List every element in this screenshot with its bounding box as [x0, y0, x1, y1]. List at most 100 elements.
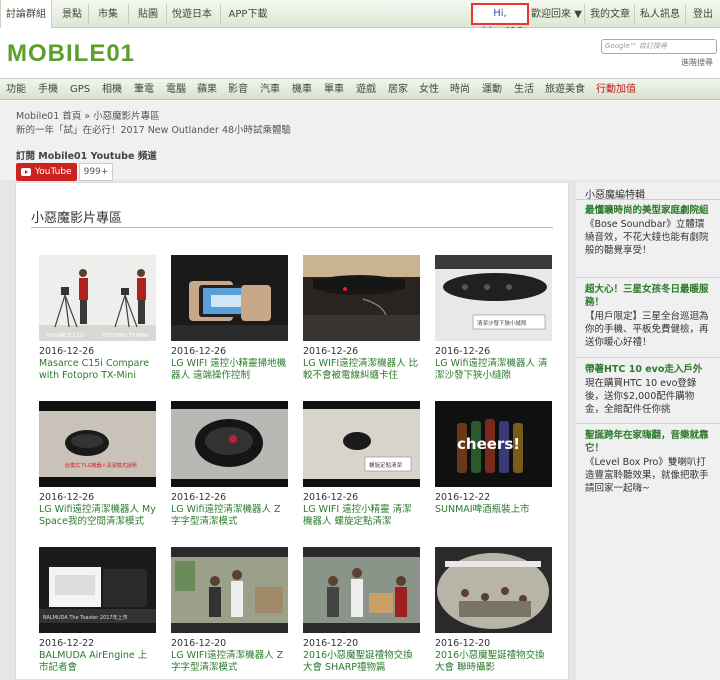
tab-gallery[interactable]: 貼圖: [132, 0, 164, 28]
tab-market[interactable]: 市集: [92, 0, 124, 28]
video-thumbnail[interactable]: MASARCE C15i FOTOPRO TX-MINI: [39, 255, 156, 341]
feature-item: 聖誕跨年在家嗨翻，音樂就靠它！ 《Level Box Pro》雙喇叭打造豐富聆聽…: [585, 429, 713, 495]
youtube-subscribe: YouTube 999+: [16, 163, 114, 181]
video-thumbnail[interactable]: [171, 401, 288, 487]
feature-item: 最懂曠時尚的美型家庭劇院組 《Bose Soundbar》立體環繞音效，不花大錢…: [585, 204, 713, 257]
video-card[interactable]: 2016-12-20 2016小惡魔聖誕禮物交換大會 聯時攝影: [435, 547, 552, 674]
video-card[interactable]: 此模式下LG機器人清潔模式說明 2016-12-26 LG Wifi遠控清潔機器…: [39, 401, 156, 528]
video-card[interactable]: 2016-12-26 LG WIFI 遠控小精靈掃地機器人 遠端操作控制: [171, 255, 288, 382]
user-greeting[interactable]: Hi, chlee416: [471, 3, 529, 37]
video-card[interactable]: MASARCE C15i FOTOPRO TX-MINI 2016-12-26 …: [39, 255, 156, 382]
tab-places[interactable]: 景點: [56, 0, 88, 28]
editor-feature-panel: 小惡魔編特輯 最懂曠時尚的美型家庭劇院組 《Bose Soundbar》立體環繞…: [576, 182, 720, 680]
nav-divider: [220, 4, 221, 24]
video-title-link[interactable]: LG Wifi遠控清潔機器人 My Space我的空間清潔模式: [39, 504, 156, 528]
category-item[interactable]: GPS: [70, 79, 90, 101]
video-thumbnail[interactable]: [171, 255, 288, 341]
video-date: 2016-12-26: [303, 492, 359, 503]
video-thumbnail[interactable]: [303, 255, 420, 341]
promo-link[interactable]: 新的一年「試」在必行！2017 New Outlander 48小時試乘體驗: [16, 122, 291, 136]
category-item[interactable]: 單車: [324, 79, 344, 101]
feature-item: 帶著HTC 10 evo走入戶外 現在購買HTC 10 evo登錄後，送你$2,…: [585, 363, 713, 416]
category-item[interactable]: 機車: [292, 79, 312, 101]
video-card[interactable]: 清潔沙發下狹小縫隙 2016-12-26 LG Wifi遠控清潔機器人 清潔沙發…: [435, 255, 552, 382]
video-date: 2016-12-26: [171, 492, 227, 503]
search-input[interactable]: Google™ 自訂搜尋: [601, 39, 717, 54]
video-date: 2016-12-20: [435, 638, 491, 649]
video-card[interactable]: 2016-12-20 2016小惡魔聖誕禮物交換大會 SHARP禮物篇: [303, 547, 420, 674]
feature-divider: [576, 277, 720, 278]
category-item[interactable]: 功能: [6, 79, 26, 101]
category-item[interactable]: 時尚: [450, 79, 470, 101]
search-placeholder: Google™ 自訂搜尋: [605, 42, 667, 50]
video-card[interactable]: 螺旋定點清潔 2016-12-26 LG WIFI 遠控小精靈 清潔機器人 螺旋…: [303, 401, 420, 528]
video-date: 2016-12-20: [303, 638, 359, 649]
video-title-link[interactable]: LG WIFI 遠控小精靈掃地機器人 遠端操作控制: [171, 358, 288, 382]
breadcrumb-separator: »: [84, 111, 91, 122]
video-thumbnail[interactable]: cheers!: [435, 401, 552, 487]
private-messages-link[interactable]: 私人訊息: [639, 0, 681, 28]
video-thumbnail[interactable]: [171, 547, 288, 633]
video-thumbnail[interactable]: [303, 547, 420, 633]
category-item[interactable]: 筆電: [134, 79, 154, 101]
welcome-menu[interactable]: 歡迎回來 ▼: [531, 0, 582, 30]
video-title-link[interactable]: LG Wifi遠控清潔機器人 Z字字型清潔模式: [171, 504, 288, 528]
feature-title-link[interactable]: 聖誕跨年在家嗨翻，音樂就靠它！: [585, 429, 713, 455]
category-item[interactable]: 運動: [482, 79, 502, 101]
tab-forum[interactable]: 討論群組: [0, 0, 52, 29]
category-item[interactable]: 旅遊美食: [545, 79, 585, 101]
youtube-play-icon: [21, 168, 31, 176]
site-header: MOBILE01 Google™ 自訂搜尋 進階搜尋: [0, 28, 720, 78]
youtube-button[interactable]: YouTube: [16, 163, 77, 181]
tab-japan[interactable]: 悅遊日本: [170, 0, 214, 28]
video-title-link[interactable]: Masarce C15i Compare with Fotopro TX-Min…: [39, 358, 156, 382]
video-title-link[interactable]: LG WIFI遠控清潔機器人 Z字字型清潔模式: [171, 650, 288, 674]
breadcrumb-home-link[interactable]: Mobile01 首頁: [16, 111, 81, 122]
video-date: 2016-12-26: [171, 346, 227, 357]
svg-text:MOBILE01: MOBILE01: [7, 40, 135, 66]
video-card[interactable]: BALMUDA The Toaster 2017年上市 2016-12-22 B…: [39, 547, 156, 674]
video-card[interactable]: cheers! 2016-12-22 SUNMAI啤酒瓶裝上市: [435, 401, 552, 516]
feature-title-link[interactable]: 最懂曠時尚的美型家庭劇院組: [585, 204, 713, 217]
category-item[interactable]: 汽車: [260, 79, 280, 101]
video-thumbnail[interactable]: 清潔沙發下狹小縫隙: [435, 255, 552, 341]
video-card[interactable]: 2016-12-20 LG WIFI遠控清潔機器人 Z字字型清潔模式: [171, 547, 288, 674]
video-card[interactable]: 2016-12-26 LG Wifi遠控清潔機器人 Z字字型清潔模式: [171, 401, 288, 528]
svg-text:cheers!: cheers!: [457, 435, 520, 453]
video-title-link[interactable]: 2016小惡魔聖誕禮物交換大會 聯時攝影: [435, 650, 552, 674]
category-item[interactable]: 手機: [38, 79, 58, 101]
feature-title-link[interactable]: 超大心！三星女孩冬日最暖服務！: [585, 283, 713, 309]
logout-link[interactable]: 登出: [690, 0, 716, 28]
main-panel: 小惡魔影片專區 MASARCE C15i FOTOPRO TX-MINI 201…: [15, 182, 569, 680]
video-thumbnail[interactable]: [435, 547, 552, 633]
category-item-mobile-value[interactable]: 行動加值: [596, 79, 636, 101]
video-title-link[interactable]: LG WIFI 遠控小精靈 清潔機器人 螺旋定點清潔: [303, 504, 420, 528]
video-thumbnail[interactable]: BALMUDA The Toaster 2017年上市: [39, 547, 156, 633]
video-date: 2016-12-20: [171, 638, 227, 649]
site-logo[interactable]: MOBILE01: [7, 40, 169, 69]
video-thumbnail[interactable]: 此模式下LG機器人清潔模式說明: [39, 401, 156, 487]
video-title-link[interactable]: LG Wifi遠控清潔機器人 清潔沙發下狹小縫隙: [435, 358, 552, 382]
category-item[interactable]: 蘋果: [197, 79, 217, 101]
category-item[interactable]: 居家: [388, 79, 408, 101]
category-item[interactable]: 影音: [228, 79, 248, 101]
svg-text:螺旋定點清潔: 螺旋定點清潔: [369, 461, 403, 469]
category-item[interactable]: 女性: [419, 79, 439, 101]
my-articles-link[interactable]: 我的文章: [589, 0, 631, 28]
category-bar: 功能 手機 GPS 相機 筆電 電腦 蘋果 影音 汽車 機車 單車 遊戲 居家 …: [0, 78, 720, 100]
video-thumbnail[interactable]: 螺旋定點清潔: [303, 401, 420, 487]
category-item[interactable]: 遊戲: [356, 79, 376, 101]
video-card[interactable]: 2016-12-26 LG WIFI遠控清潔機器人 比較不會被電線糾纏卡住: [303, 255, 420, 382]
video-date: 2016-12-26: [39, 346, 95, 357]
video-title-link[interactable]: 2016小惡魔聖誕禮物交換大會 SHARP禮物篇: [303, 650, 420, 674]
advanced-search-link[interactable]: 進階搜尋: [681, 57, 713, 68]
video-title-link[interactable]: LG WIFI遠控清潔機器人 比較不會被電線糾纏卡住: [303, 358, 420, 382]
feature-title-link[interactable]: 帶著HTC 10 evo走入戶外: [585, 363, 713, 376]
video-title-link[interactable]: SUNMAI啤酒瓶裝上市: [435, 504, 552, 516]
tab-app-download[interactable]: APP下載: [226, 0, 270, 28]
category-item[interactable]: 生活: [514, 79, 534, 101]
category-item[interactable]: 相機: [102, 79, 122, 101]
svg-text:此模式下LG機器人清潔模式說明: 此模式下LG機器人清潔模式說明: [65, 462, 137, 469]
category-item[interactable]: 電腦: [166, 79, 186, 101]
video-title-link[interactable]: BALMUDA AirEngine 上市記者會: [39, 650, 156, 674]
